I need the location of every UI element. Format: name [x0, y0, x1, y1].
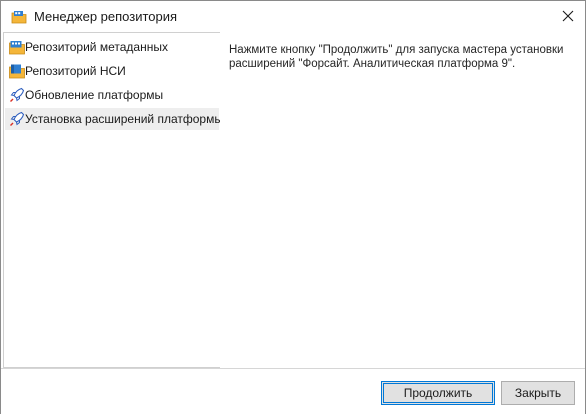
- nav-item-metadata-repository[interactable]: Репозиторий метаданных: [5, 36, 219, 58]
- continue-button-label: Продолжить: [383, 383, 493, 403]
- navigation-list: Репозиторий метаданных Репозиторий НСИ О…: [3, 32, 223, 368]
- instruction-text: Нажмите кнопку "Продолжить" для запуска …: [229, 44, 564, 70]
- nav-item-label: Установка расширений платформы: [25, 112, 223, 126]
- close-icon: [562, 10, 574, 22]
- repository-manager-window: Менеджер репозитория Репозиторий метадан…: [0, 0, 586, 414]
- metadata-repository-icon: [9, 39, 25, 55]
- close-button[interactable]: Закрыть: [501, 381, 575, 405]
- continue-button[interactable]: Продолжить: [381, 381, 495, 405]
- nav-item-label: Обновление платформы: [25, 88, 164, 102]
- window-title: Менеджер репозитория: [34, 9, 178, 24]
- nav-item-label: Репозиторий НСИ: [25, 64, 126, 78]
- repository-manager-app-icon: [11, 10, 27, 24]
- nav-item-label: Репозиторий метаданных: [25, 40, 168, 54]
- platform-update-icon: [9, 87, 25, 103]
- dialog-footer: Продолжить Закрыть: [1, 368, 585, 414]
- title-bar[interactable]: Менеджер репозитория: [1, 1, 585, 32]
- close-window-button[interactable]: [551, 1, 585, 31]
- nsi-repository-icon: [9, 63, 25, 79]
- nav-item-nsi-repository[interactable]: Репозиторий НСИ: [5, 60, 219, 82]
- dialog-body: Репозиторий метаданных Репозиторий НСИ О…: [1, 32, 585, 368]
- content-panel: Нажмите кнопку "Продолжить" для запуска …: [220, 32, 585, 368]
- extensions-install-icon: [9, 111, 25, 127]
- nav-item-platform-update[interactable]: Обновление платформы: [5, 84, 219, 106]
- nav-item-extensions-install[interactable]: Установка расширений платформы: [5, 108, 223, 130]
